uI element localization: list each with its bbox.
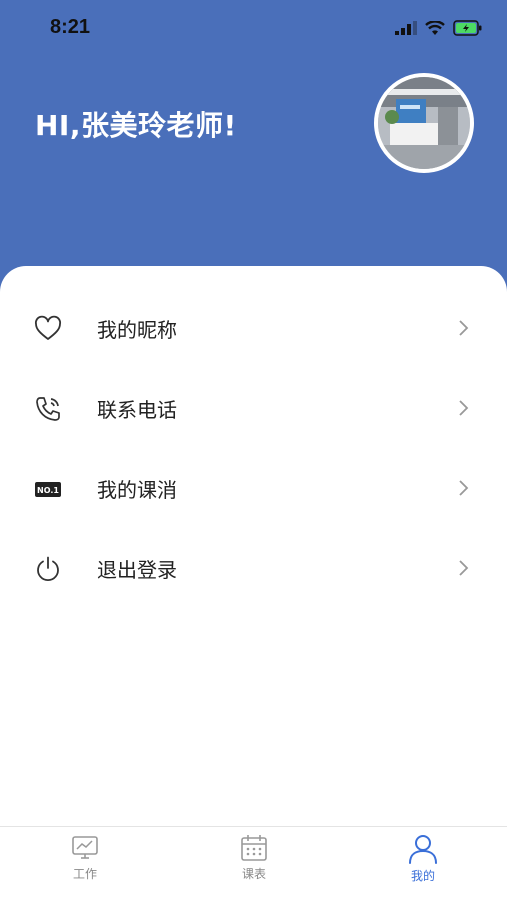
no1-badge-icon: NO.1 — [35, 482, 61, 497]
user-icon — [409, 835, 437, 864]
greeting-title: HI,张美玲老师! — [35, 109, 237, 142]
avatar[interactable] — [374, 73, 474, 173]
calendar-icon — [241, 835, 267, 861]
menu-item-course-consumption[interactable]: NO.1 我的课消 — [0, 448, 507, 528]
menu-item-nickname[interactable]: 我的昵称 — [0, 288, 507, 368]
battery-icon — [453, 20, 482, 36]
profile-header: 8:21 HI,张美玲老师! — [0, 0, 507, 300]
tab-label: 工作 — [72, 867, 97, 881]
phone-icon — [36, 397, 60, 421]
tab-label: 我的 — [410, 869, 435, 883]
menu-card: 我的昵称 联系电话 NO.1 我的课消 退出登录 — [0, 266, 507, 826]
menu-item-logout[interactable]: 退出登录 — [0, 528, 507, 608]
menu-item-label: 我的昵称 — [97, 318, 177, 342]
menu-item-label: 我的课消 — [97, 478, 177, 502]
chevron-right-icon — [459, 400, 469, 416]
menu-item-phone[interactable]: 联系电话 — [0, 368, 507, 448]
chevron-right-icon — [459, 320, 469, 336]
avatar-photo — [378, 77, 470, 169]
chevron-right-icon — [459, 480, 469, 496]
badge-text: NO.1 — [37, 486, 59, 495]
status-icons — [395, 18, 483, 38]
signal-icon — [395, 21, 417, 35]
tab-mine[interactable]: 我的 — [383, 833, 463, 893]
menu-item-label: 退出登录 — [97, 558, 177, 582]
chevron-right-icon — [459, 560, 469, 576]
wifi-icon — [425, 20, 445, 35]
heart-icon — [35, 315, 61, 340]
monitor-chart-icon — [72, 836, 98, 859]
tab-work[interactable]: 工作 — [45, 833, 125, 893]
status-bar: 8:21 — [0, 0, 507, 56]
tab-label: 课表 — [241, 867, 266, 881]
bottom-tab-bar: 工作 课表 我的 — [0, 826, 507, 900]
menu-item-label: 联系电话 — [97, 398, 177, 422]
status-time: 8:21 — [50, 16, 91, 38]
power-icon — [37, 556, 59, 582]
tab-schedule[interactable]: 课表 — [214, 833, 294, 893]
